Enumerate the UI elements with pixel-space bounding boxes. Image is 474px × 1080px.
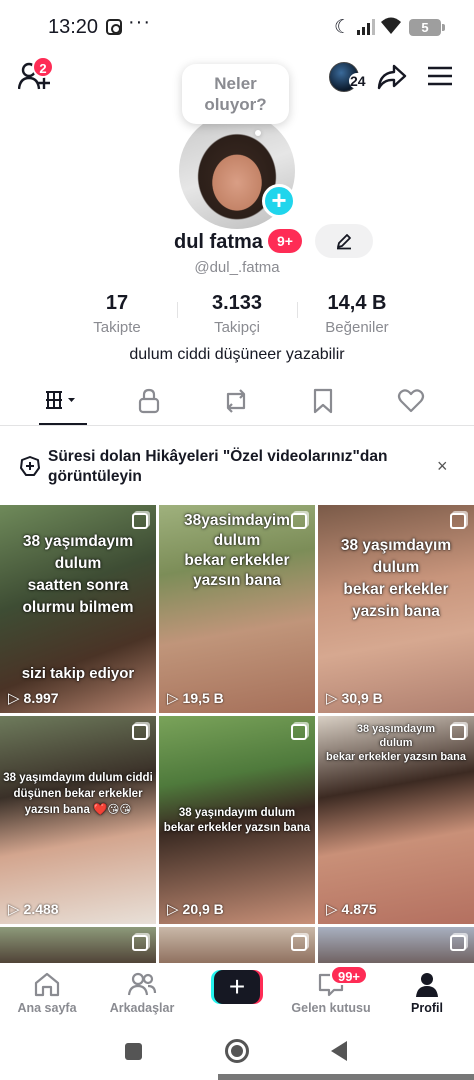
following-label: Takipte	[93, 319, 141, 336]
nav-friends[interactable]: Arkadaşlar	[95, 963, 189, 1023]
bio: dulum ciddi düşüneer yazabilir	[129, 346, 345, 363]
heart-icon	[397, 389, 425, 413]
tab-videos[interactable]	[33, 380, 93, 426]
story-plus-icon	[20, 456, 40, 476]
display-name: dul fatma	[174, 231, 263, 253]
divider	[297, 302, 298, 318]
username: @dul_.fatma	[194, 259, 280, 276]
likes-stat[interactable]: 14,4 B Beğeniler	[302, 292, 412, 336]
nav-friends-label: Arkadaşlar	[109, 1001, 175, 1015]
tab-private[interactable]	[119, 380, 179, 426]
multi-photo-icon	[450, 513, 466, 529]
multi-photo-icon	[450, 935, 466, 951]
multi-photo-icon	[132, 724, 148, 740]
nav-profile-label: Profil	[411, 1001, 443, 1015]
plus-icon: +	[214, 970, 260, 1004]
back-icon[interactable]	[331, 1041, 347, 1061]
inbox-badge: 99+	[330, 965, 368, 985]
likes-count: 14,4 B	[327, 292, 387, 314]
nav-inbox-label: Gelen kutusu	[291, 1001, 371, 1015]
video-thumbnail[interactable]	[318, 927, 474, 967]
nav-profile[interactable]: Profil	[380, 963, 474, 1023]
profile-icon	[416, 973, 438, 997]
gesture-bar	[218, 1074, 474, 1080]
following-count: 17	[105, 292, 129, 314]
status-bubble[interactable]: Neler oluyor?	[182, 64, 289, 124]
view-count: 4.875	[326, 900, 377, 918]
view-count: 19,5 B	[167, 689, 224, 707]
tab-reposts[interactable]	[206, 380, 266, 426]
video-caption: 38 yaşımdayım dulum ciddi düşünen bekar …	[3, 772, 153, 816]
grid-icon	[46, 391, 75, 409]
video-thumbnail[interactable]: 38 yaşındayım dulum bekar erkekler yazsı…	[159, 716, 315, 924]
video-caption: 38 yaşındayım dulum bekar erkekler yazsı…	[163, 807, 311, 834]
followers-count: 3.133	[211, 292, 263, 314]
name-badge[interactable]: 9+	[268, 229, 302, 253]
repost-icon	[226, 389, 246, 413]
video-thumbnail[interactable]: 38 yaşımdayım dulum bekar erkekler yazsi…	[318, 505, 474, 713]
multi-photo-icon	[132, 513, 148, 529]
more-notifications-icon: ···	[128, 11, 151, 33]
signal-icon	[357, 19, 375, 35]
nav-home-label: Ana sayfa	[17, 1001, 77, 1015]
pencil-icon	[337, 234, 351, 250]
view-count: 30,9 B	[326, 689, 383, 707]
home-icon	[34, 972, 60, 997]
tab-saved[interactable]	[293, 380, 353, 426]
video-caption-secondary: sizi takip ediyor	[21, 665, 135, 682]
expired-stories-banner[interactable]: Süresi dolan Hikâyeleri "Özel videoların…	[0, 440, 474, 496]
system-navigation	[0, 1023, 474, 1080]
video-caption: 38 yaşımdayım dulum bekar erkekler yazsi…	[340, 537, 452, 620]
active-tab-indicator	[39, 423, 87, 425]
bookmark-icon	[313, 388, 333, 414]
instagram-notification-icon	[106, 19, 122, 35]
video-thumbnail[interactable]	[0, 927, 156, 967]
video-thumbnail[interactable]: 38 yaşımdayım dulum bekar erkekler yazsı…	[318, 716, 474, 924]
share-icon[interactable]	[377, 63, 407, 91]
multi-photo-icon	[450, 724, 466, 740]
friend-requests-badge: 2	[32, 56, 54, 78]
friends-icon	[127, 972, 157, 996]
status-bar: 13:20 ··· ☾ 5	[0, 0, 474, 56]
menu-icon[interactable]	[428, 66, 452, 86]
wifi-icon	[381, 17, 401, 34]
status-bubble-text: Neler oluyor?	[204, 74, 267, 114]
bubble-tail	[255, 130, 261, 136]
create-button[interactable]: +	[211, 970, 263, 1004]
multi-photo-icon	[132, 935, 148, 951]
followers-stat[interactable]: 3.133 Takipçi	[182, 292, 292, 336]
do-not-disturb-icon: ☾	[334, 17, 352, 38]
followers-label: Takipçi	[214, 319, 260, 336]
view-count: 20,9 B	[167, 900, 224, 918]
view-count: 8.997	[8, 689, 59, 707]
view-count: 2.488	[8, 900, 59, 918]
multi-photo-icon	[291, 513, 307, 529]
nav-home[interactable]: Ana sayfa	[0, 963, 94, 1023]
video-thumbnail[interactable]: 38 yaşımdayım dulum ciddi düşünen bekar …	[0, 716, 156, 924]
likes-label: Beğeniler	[325, 319, 389, 336]
account-count: 24	[349, 73, 367, 89]
video-thumbnail[interactable]: 38 yaşımdayım dulum saatten sonra olurmu…	[0, 505, 156, 713]
video-caption: 38 yaşımdayım dulum saatten sonra olurmu…	[22, 533, 134, 616]
profile-tabs	[0, 380, 474, 426]
recents-icon[interactable]	[125, 1043, 142, 1060]
banner-text: Süresi dolan Hikâyeleri "Özel videoların…	[48, 448, 388, 485]
edit-profile-button[interactable]	[315, 224, 373, 258]
battery-icon: 5	[409, 19, 445, 36]
close-icon[interactable]: ×	[437, 456, 448, 477]
video-thumbnail[interactable]	[159, 927, 315, 967]
tab-liked[interactable]	[381, 380, 441, 426]
add-story-button[interactable]: +	[262, 184, 296, 218]
multi-photo-icon	[291, 935, 307, 951]
multi-photo-icon	[291, 724, 307, 740]
home-button-icon[interactable]	[225, 1039, 249, 1063]
clock: 13:20	[48, 16, 99, 38]
following-stat[interactable]: 17 Takipte	[62, 292, 172, 336]
video-thumbnail[interactable]: 38yasimdayim dulum bekar erkekler yazsın…	[159, 505, 315, 713]
divider	[177, 302, 178, 318]
lock-icon	[138, 388, 160, 414]
